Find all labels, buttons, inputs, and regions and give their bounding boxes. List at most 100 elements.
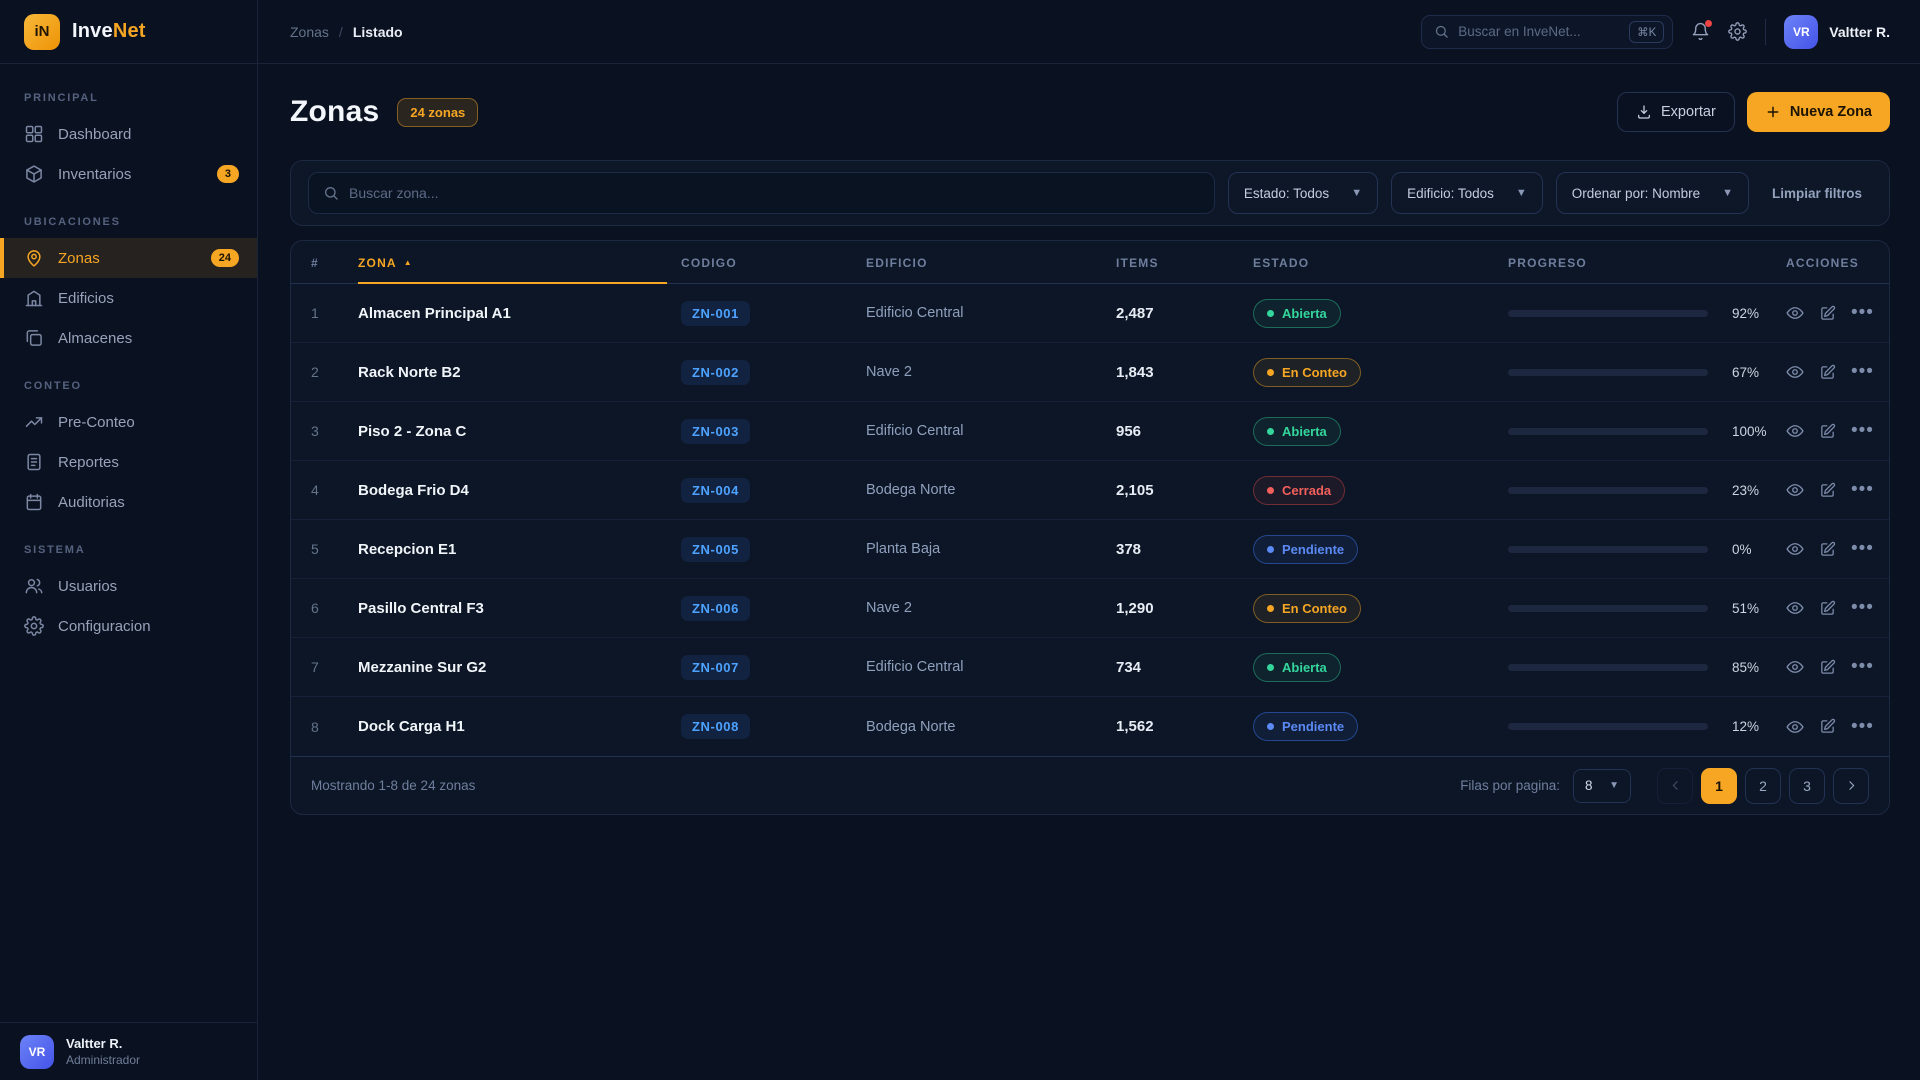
more-button[interactable]: ••• [1851, 426, 1874, 436]
more-button[interactable]: ••• [1851, 603, 1874, 613]
table-row[interactable]: 3Piso 2 - Zona CZN-003Edificio Central95… [291, 402, 1889, 461]
col-header-progreso[interactable]: PROGRESO [1508, 256, 1786, 270]
progress-percent: 23% [1732, 483, 1759, 498]
breadcrumb-parent[interactable]: Zonas [290, 24, 329, 40]
grid-icon [24, 124, 44, 144]
gear-icon [1728, 22, 1747, 41]
status-cell: Pendiente [1253, 712, 1508, 741]
zone-code-cell: ZN-003 [681, 419, 866, 444]
table-footer: Mostrando 1-8 de 24 zonas Filas por pagi… [291, 756, 1889, 814]
col-header-estado[interactable]: ESTADO [1253, 256, 1508, 270]
table-row[interactable]: 2Rack Norte B2ZN-002Nave 21,843En Conteo… [291, 343, 1889, 402]
brand: iN InveNet [0, 0, 257, 64]
ordenar-select[interactable]: Ordenar por: Nombre▼ [1556, 172, 1749, 214]
view-button[interactable] [1786, 658, 1804, 676]
sidebar-item-label: Pre-Conteo [58, 414, 239, 431]
breadcrumb-separator: / [339, 24, 343, 40]
sidebar-item-inventarios[interactable]: Inventarios3 [0, 154, 257, 194]
view-button[interactable] [1786, 540, 1804, 558]
table-row[interactable]: 7Mezzanine Sur G2ZN-007Edificio Central7… [291, 638, 1889, 697]
col-header-zona[interactable]: ZONA▲ [358, 241, 667, 284]
sidebar-item-label: Configuracion [58, 618, 239, 635]
user-menu[interactable]: VR Valtter R. [1784, 15, 1890, 49]
page-button-1[interactable]: 1 [1701, 768, 1737, 804]
col-header-codigo[interactable]: CODIGO [681, 256, 866, 270]
sidebar-item-dashboard[interactable]: Dashboard [0, 114, 257, 154]
edit-button[interactable] [1819, 364, 1836, 381]
row-actions: ••• [1786, 304, 1874, 322]
more-button[interactable]: ••• [1851, 485, 1874, 495]
sidebar-user[interactable]: VR Valtter R. Administrador [0, 1022, 257, 1080]
zone-code-cell: ZN-006 [681, 596, 866, 621]
eye-icon [1786, 718, 1804, 736]
zone-search[interactable] [308, 172, 1215, 214]
prev-page-button[interactable] [1657, 768, 1693, 804]
table-row[interactable]: 4Bodega Frio D4ZN-004Bodega Norte2,105Ce… [291, 461, 1889, 520]
sidebar-item-label: Edificios [58, 290, 239, 307]
status-cell: Abierta [1253, 653, 1508, 682]
col-header-edificio[interactable]: EDIFICIO [866, 256, 1116, 270]
row-number: 3 [311, 423, 358, 439]
row-number: 5 [311, 541, 358, 557]
view-button[interactable] [1786, 363, 1804, 381]
new-zone-button[interactable]: Nueva Zona [1747, 92, 1890, 132]
sidebar-item-pre-conteo[interactable]: Pre-Conteo [0, 402, 257, 442]
edit-button[interactable] [1819, 305, 1836, 322]
settings-button[interactable] [1728, 22, 1747, 41]
edit-button[interactable] [1819, 718, 1836, 735]
user-name: Valtter R. [66, 1036, 140, 1051]
view-button[interactable] [1786, 304, 1804, 322]
table-row[interactable]: 6Pasillo Central F3ZN-006Nave 21,290En C… [291, 579, 1889, 638]
table-row[interactable]: 8Dock Carga H1ZN-008Bodega Norte1,562Pen… [291, 697, 1889, 756]
avatar: VR [20, 1035, 54, 1069]
sidebar-badge: 24 [211, 249, 239, 267]
estado-filter-select[interactable]: Estado: Todos▼ [1228, 172, 1378, 214]
status-badge: En Conteo [1253, 594, 1361, 623]
export-button[interactable]: Exportar [1617, 92, 1735, 132]
edit-icon [1819, 482, 1836, 499]
more-button[interactable]: ••• [1851, 662, 1874, 672]
notification-dot [1705, 20, 1712, 27]
page-button-2[interactable]: 2 [1745, 768, 1781, 804]
more-button[interactable]: ••• [1851, 367, 1874, 377]
edit-button[interactable] [1819, 541, 1836, 558]
next-page-button[interactable] [1833, 768, 1869, 804]
global-search[interactable]: ⌘K [1421, 15, 1673, 49]
progress-bar [1508, 664, 1708, 671]
sidebar-item-usuarios[interactable]: Usuarios [0, 566, 257, 606]
clear-filters-link[interactable]: Limpiar filtros [1762, 186, 1872, 201]
global-search-input[interactable] [1458, 24, 1620, 39]
sidebar-item-label: Inventarios [58, 166, 203, 183]
table-row[interactable]: 1Almacen Principal A1ZN-001Edificio Cent… [291, 284, 1889, 343]
row-number: 7 [311, 659, 358, 675]
edit-button[interactable] [1819, 423, 1836, 440]
edit-button[interactable] [1819, 600, 1836, 617]
more-button[interactable]: ••• [1851, 544, 1874, 554]
view-button[interactable] [1786, 481, 1804, 499]
sidebar-item-auditorias[interactable]: Auditorias [0, 482, 257, 522]
sidebar-item-edificios[interactable]: Edificios [0, 278, 257, 318]
more-button[interactable]: ••• [1851, 722, 1874, 732]
sidebar-item-configuracion[interactable]: Configuracion [0, 606, 257, 646]
view-button[interactable] [1786, 718, 1804, 736]
page-button-3[interactable]: 3 [1789, 768, 1825, 804]
zone-search-input[interactable] [349, 185, 1200, 201]
sidebar-item-zonas[interactable]: Zonas24 [0, 238, 257, 278]
zone-code-badge: ZN-002 [681, 360, 750, 385]
sidebar-item-almacenes[interactable]: Almacenes [0, 318, 257, 358]
notifications-button[interactable] [1691, 22, 1710, 41]
more-button[interactable]: ••• [1851, 308, 1874, 318]
rows-per-page-select[interactable]: 8▼ [1573, 769, 1631, 803]
user-name: Valtter R. [1829, 24, 1890, 40]
col-header-items[interactable]: ITEMS [1116, 256, 1253, 270]
edificio-filter-select[interactable]: Edificio: Todos▼ [1391, 172, 1543, 214]
view-button[interactable] [1786, 599, 1804, 617]
table-row[interactable]: 5Recepcion E1ZN-005Planta Baja378Pendien… [291, 520, 1889, 579]
status-badge: Abierta [1253, 299, 1341, 328]
status-dot-icon [1267, 310, 1274, 317]
sidebar-item-reportes[interactable]: Reportes [0, 442, 257, 482]
view-button[interactable] [1786, 422, 1804, 440]
plus-icon [1765, 104, 1781, 120]
edit-button[interactable] [1819, 659, 1836, 676]
edit-button[interactable] [1819, 482, 1836, 499]
